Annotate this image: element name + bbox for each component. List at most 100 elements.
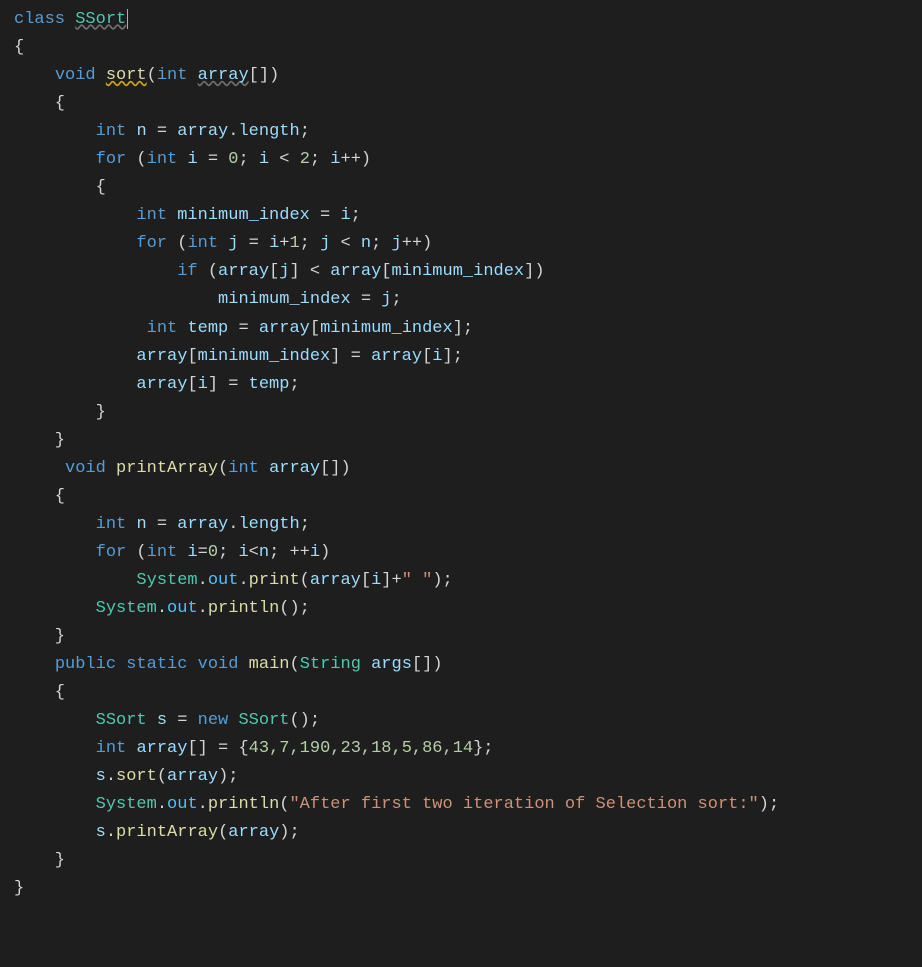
- method-println: println: [208, 599, 279, 618]
- keyword-class: class: [14, 10, 65, 29]
- num-0: 0: [228, 150, 238, 169]
- keyword-int: int: [96, 515, 127, 534]
- var-array: array: [177, 515, 228, 534]
- var-j: j: [392, 234, 402, 253]
- keyword-void: void: [55, 66, 96, 85]
- var-minidx: minimum_index: [198, 347, 331, 366]
- keyword-new: new: [198, 711, 229, 730]
- text-cursor: [127, 9, 128, 29]
- param-array: array: [269, 459, 320, 478]
- var-i: i: [330, 150, 340, 169]
- array-literal: 43,7,190,23,18,5,86,14: [249, 739, 473, 758]
- var-minidx: minimum_index: [320, 319, 453, 338]
- code-line-20: for (int i=0; i<n; ++i): [14, 543, 330, 562]
- string-space: " ": [402, 571, 433, 590]
- keyword-int: int: [147, 150, 178, 169]
- code-line-16: }: [14, 431, 65, 450]
- code-line-27: int array[] = {43,7,190,23,18,5,86,14};: [14, 739, 494, 758]
- code-line-12: int temp = array[minimum_index];: [14, 319, 473, 338]
- keyword-public: public: [55, 655, 116, 674]
- type-System: System: [96, 599, 157, 618]
- code-line-8: int minimum_index = i;: [14, 206, 361, 225]
- code-line-17: void printArray(int array[]): [14, 459, 351, 478]
- param-array: array: [198, 66, 249, 85]
- var-minidx: minimum_index: [392, 262, 525, 281]
- type-String: String: [300, 655, 361, 674]
- var-temp: temp: [249, 375, 290, 394]
- var-n: n: [361, 234, 371, 253]
- var-array: array: [371, 347, 422, 366]
- var-j: j: [279, 262, 289, 281]
- keyword-int: int: [147, 543, 178, 562]
- keyword-for: for: [96, 150, 127, 169]
- call-printArray: printArray: [116, 823, 218, 842]
- code-line-26: SSort s = new SSort();: [14, 711, 320, 730]
- keyword-void: void: [65, 459, 106, 478]
- keyword-int: int: [147, 319, 178, 338]
- var-minidx: minimum_index: [177, 206, 310, 225]
- keyword-int: int: [96, 739, 127, 758]
- param-args: args: [371, 655, 412, 674]
- var-i: i: [432, 347, 442, 366]
- var-j: j: [228, 234, 238, 253]
- code-line-4: {: [14, 94, 65, 113]
- var-i: i: [269, 234, 279, 253]
- method-printArray: printArray: [116, 459, 218, 478]
- var-array: array: [136, 739, 187, 758]
- type-System: System: [96, 795, 157, 814]
- code-line-5: int n = array.length;: [14, 122, 310, 141]
- var-array: array: [136, 375, 187, 394]
- var-array: array: [167, 767, 218, 786]
- var-array: array: [228, 823, 279, 842]
- keyword-int: int: [136, 206, 167, 225]
- var-array: array: [177, 122, 228, 141]
- keyword-int: int: [187, 234, 218, 253]
- prop-length: length: [238, 122, 299, 141]
- var-array: array: [136, 347, 187, 366]
- var-array: array: [259, 319, 310, 338]
- code-line-23: }: [14, 627, 65, 646]
- keyword-void: void: [198, 655, 239, 674]
- code-line-1: class SSort: [14, 10, 128, 29]
- prop-out: out: [167, 599, 198, 618]
- var-n: n: [136, 122, 146, 141]
- code-line-19: int n = array.length;: [14, 515, 310, 534]
- var-temp: temp: [187, 319, 228, 338]
- type-SSort: SSort: [238, 711, 289, 730]
- keyword-int: int: [96, 122, 127, 141]
- var-i: i: [187, 150, 197, 169]
- var-i: i: [198, 375, 208, 394]
- code-line-11: minimum_index = j;: [14, 290, 402, 309]
- code-line-22: System.out.println();: [14, 599, 310, 618]
- var-n: n: [136, 515, 146, 534]
- keyword-for: for: [96, 543, 127, 562]
- code-line-2: {: [14, 38, 24, 57]
- code-line-31: }: [14, 851, 65, 870]
- type-System: System: [136, 571, 197, 590]
- num-2: 2: [300, 150, 310, 169]
- var-s: s: [157, 711, 167, 730]
- code-line-7: {: [14, 178, 106, 197]
- code-editor[interactable]: class SSort { void sort(int array[]) { i…: [0, 0, 922, 904]
- keyword-int: int: [228, 459, 259, 478]
- var-s: s: [96, 823, 106, 842]
- var-i: i: [259, 150, 269, 169]
- code-line-21: System.out.print(array[i]+" ");: [14, 571, 453, 590]
- code-line-28: s.sort(array);: [14, 767, 238, 786]
- var-j: j: [320, 234, 330, 253]
- method-print: print: [249, 571, 300, 590]
- method-main: main: [249, 655, 290, 674]
- var-array: array: [310, 571, 361, 590]
- var-i: i: [187, 543, 197, 562]
- code-line-29: System.out.println("After first two iter…: [14, 795, 779, 814]
- code-line-32: }: [14, 879, 24, 898]
- var-array: array: [218, 262, 269, 281]
- prop-length: length: [238, 515, 299, 534]
- method-sort: sort: [106, 66, 147, 85]
- code-line-15: }: [14, 403, 106, 422]
- string-msg: "After first two iteration of Selection …: [289, 795, 758, 814]
- code-line-10: if (array[j] < array[minimum_index]): [14, 262, 545, 281]
- code-line-30: s.printArray(array);: [14, 823, 300, 842]
- keyword-static: static: [126, 655, 187, 674]
- var-s: s: [96, 767, 106, 786]
